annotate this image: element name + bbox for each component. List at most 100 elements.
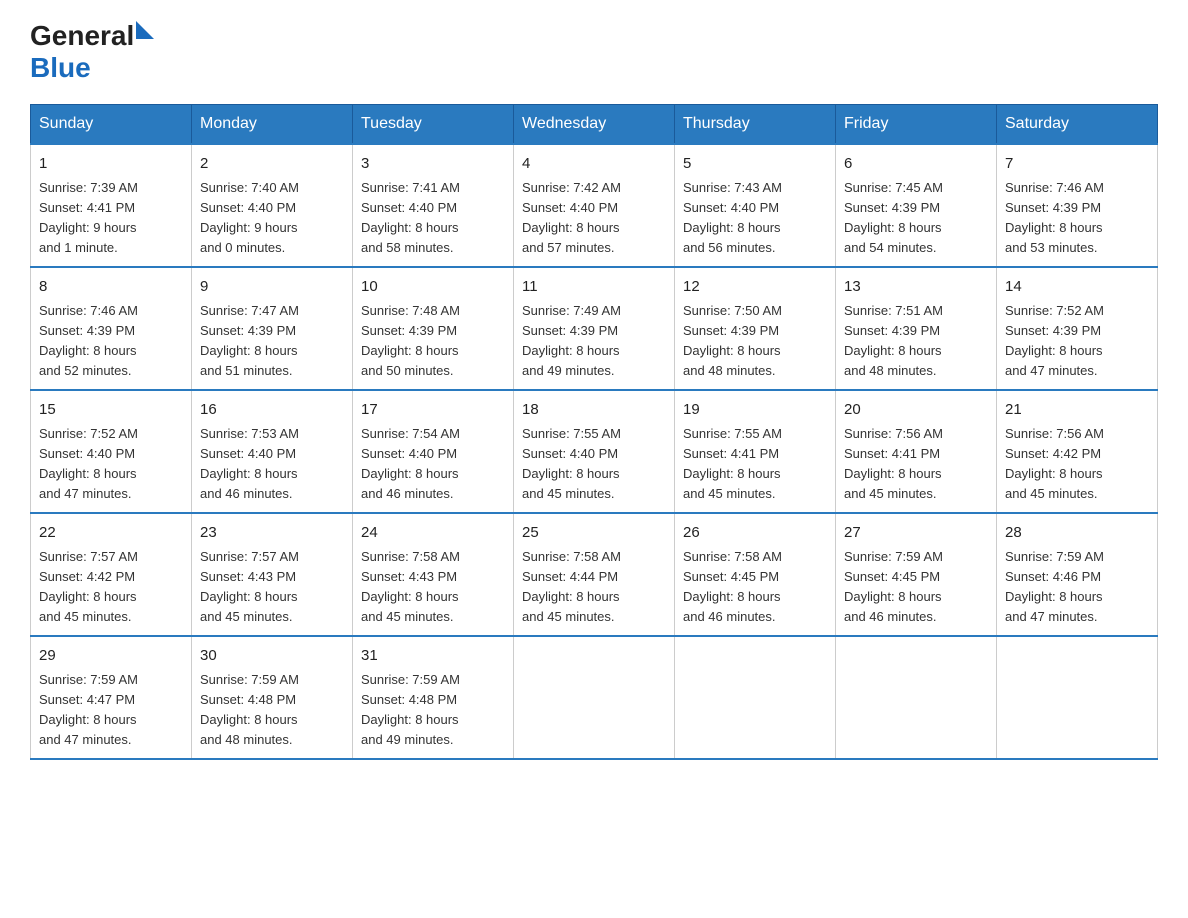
day-info: Sunrise: 7:48 AMSunset: 4:39 PMDaylight:…: [361, 301, 505, 382]
calendar-cell: 19 Sunrise: 7:55 AMSunset: 4:41 PMDaylig…: [675, 390, 836, 513]
calendar-cell: 26 Sunrise: 7:58 AMSunset: 4:45 PMDaylig…: [675, 513, 836, 636]
calendar-cell: 3 Sunrise: 7:41 AMSunset: 4:40 PMDayligh…: [353, 144, 514, 267]
day-info: Sunrise: 7:51 AMSunset: 4:39 PMDaylight:…: [844, 301, 988, 382]
day-info: Sunrise: 7:50 AMSunset: 4:39 PMDaylight:…: [683, 301, 827, 382]
calendar-cell: 16 Sunrise: 7:53 AMSunset: 4:40 PMDaylig…: [192, 390, 353, 513]
day-number: 20: [844, 399, 988, 422]
day-number: 12: [683, 276, 827, 299]
calendar-cell: 15 Sunrise: 7:52 AMSunset: 4:40 PMDaylig…: [31, 390, 192, 513]
calendar-cell: 31 Sunrise: 7:59 AMSunset: 4:48 PMDaylig…: [353, 636, 514, 759]
day-number: 30: [200, 645, 344, 668]
day-info: Sunrise: 7:56 AMSunset: 4:42 PMDaylight:…: [1005, 424, 1149, 505]
page-header: General Blue: [30, 20, 1158, 84]
day-number: 5: [683, 153, 827, 176]
calendar-cell: 10 Sunrise: 7:48 AMSunset: 4:39 PMDaylig…: [353, 267, 514, 390]
day-info: Sunrise: 7:45 AMSunset: 4:39 PMDaylight:…: [844, 178, 988, 259]
day-number: 18: [522, 399, 666, 422]
calendar-cell: 13 Sunrise: 7:51 AMSunset: 4:39 PMDaylig…: [836, 267, 997, 390]
calendar-cell: 27 Sunrise: 7:59 AMSunset: 4:45 PMDaylig…: [836, 513, 997, 636]
weekday-header-saturday: Saturday: [997, 105, 1158, 145]
calendar-cell: 5 Sunrise: 7:43 AMSunset: 4:40 PMDayligh…: [675, 144, 836, 267]
day-number: 17: [361, 399, 505, 422]
weekday-header-sunday: Sunday: [31, 105, 192, 145]
calendar-cell: 17 Sunrise: 7:54 AMSunset: 4:40 PMDaylig…: [353, 390, 514, 513]
day-info: Sunrise: 7:52 AMSunset: 4:39 PMDaylight:…: [1005, 301, 1149, 382]
day-info: Sunrise: 7:42 AMSunset: 4:40 PMDaylight:…: [522, 178, 666, 259]
day-number: 2: [200, 153, 344, 176]
day-info: Sunrise: 7:59 AMSunset: 4:48 PMDaylight:…: [200, 670, 344, 751]
day-number: 13: [844, 276, 988, 299]
calendar-week-row: 29 Sunrise: 7:59 AMSunset: 4:47 PMDaylig…: [31, 636, 1158, 759]
day-number: 8: [39, 276, 183, 299]
day-number: 28: [1005, 522, 1149, 545]
calendar-cell: 30 Sunrise: 7:59 AMSunset: 4:48 PMDaylig…: [192, 636, 353, 759]
day-info: Sunrise: 7:59 AMSunset: 4:45 PMDaylight:…: [844, 547, 988, 628]
calendar-cell: 4 Sunrise: 7:42 AMSunset: 4:40 PMDayligh…: [514, 144, 675, 267]
day-info: Sunrise: 7:58 AMSunset: 4:43 PMDaylight:…: [361, 547, 505, 628]
day-info: Sunrise: 7:52 AMSunset: 4:40 PMDaylight:…: [39, 424, 183, 505]
calendar-week-row: 22 Sunrise: 7:57 AMSunset: 4:42 PMDaylig…: [31, 513, 1158, 636]
calendar-cell: 8 Sunrise: 7:46 AMSunset: 4:39 PMDayligh…: [31, 267, 192, 390]
day-info: Sunrise: 7:58 AMSunset: 4:45 PMDaylight:…: [683, 547, 827, 628]
calendar-cell: 6 Sunrise: 7:45 AMSunset: 4:39 PMDayligh…: [836, 144, 997, 267]
calendar-week-row: 1 Sunrise: 7:39 AMSunset: 4:41 PMDayligh…: [31, 144, 1158, 267]
day-number: 9: [200, 276, 344, 299]
day-number: 19: [683, 399, 827, 422]
day-info: Sunrise: 7:57 AMSunset: 4:42 PMDaylight:…: [39, 547, 183, 628]
logo: General Blue: [30, 20, 154, 84]
day-number: 27: [844, 522, 988, 545]
day-number: 6: [844, 153, 988, 176]
day-info: Sunrise: 7:40 AMSunset: 4:40 PMDaylight:…: [200, 178, 344, 259]
day-info: Sunrise: 7:54 AMSunset: 4:40 PMDaylight:…: [361, 424, 505, 505]
day-number: 31: [361, 645, 505, 668]
calendar-cell: 12 Sunrise: 7:50 AMSunset: 4:39 PMDaylig…: [675, 267, 836, 390]
calendar-cell: 22 Sunrise: 7:57 AMSunset: 4:42 PMDaylig…: [31, 513, 192, 636]
logo-blue-label: Blue: [30, 52, 154, 84]
calendar-table: SundayMondayTuesdayWednesdayThursdayFrid…: [30, 104, 1158, 760]
calendar-cell: 24 Sunrise: 7:58 AMSunset: 4:43 PMDaylig…: [353, 513, 514, 636]
day-info: Sunrise: 7:47 AMSunset: 4:39 PMDaylight:…: [200, 301, 344, 382]
day-info: Sunrise: 7:46 AMSunset: 4:39 PMDaylight:…: [1005, 178, 1149, 259]
day-number: 7: [1005, 153, 1149, 176]
weekday-header-monday: Monday: [192, 105, 353, 145]
day-info: Sunrise: 7:56 AMSunset: 4:41 PMDaylight:…: [844, 424, 988, 505]
calendar-cell: 14 Sunrise: 7:52 AMSunset: 4:39 PMDaylig…: [997, 267, 1158, 390]
calendar-cell: 28 Sunrise: 7:59 AMSunset: 4:46 PMDaylig…: [997, 513, 1158, 636]
day-info: Sunrise: 7:41 AMSunset: 4:40 PMDaylight:…: [361, 178, 505, 259]
calendar-cell: [997, 636, 1158, 759]
day-number: 14: [1005, 276, 1149, 299]
day-info: Sunrise: 7:59 AMSunset: 4:46 PMDaylight:…: [1005, 547, 1149, 628]
weekday-header-friday: Friday: [836, 105, 997, 145]
weekday-header-row: SundayMondayTuesdayWednesdayThursdayFrid…: [31, 105, 1158, 145]
day-info: Sunrise: 7:57 AMSunset: 4:43 PMDaylight:…: [200, 547, 344, 628]
day-number: 21: [1005, 399, 1149, 422]
day-number: 26: [683, 522, 827, 545]
weekday-header-thursday: Thursday: [675, 105, 836, 145]
calendar-cell: 20 Sunrise: 7:56 AMSunset: 4:41 PMDaylig…: [836, 390, 997, 513]
day-info: Sunrise: 7:58 AMSunset: 4:44 PMDaylight:…: [522, 547, 666, 628]
calendar-cell: 25 Sunrise: 7:58 AMSunset: 4:44 PMDaylig…: [514, 513, 675, 636]
calendar-cell: 2 Sunrise: 7:40 AMSunset: 4:40 PMDayligh…: [192, 144, 353, 267]
calendar-week-row: 8 Sunrise: 7:46 AMSunset: 4:39 PMDayligh…: [31, 267, 1158, 390]
day-info: Sunrise: 7:53 AMSunset: 4:40 PMDaylight:…: [200, 424, 344, 505]
calendar-cell: 21 Sunrise: 7:56 AMSunset: 4:42 PMDaylig…: [997, 390, 1158, 513]
day-info: Sunrise: 7:55 AMSunset: 4:41 PMDaylight:…: [683, 424, 827, 505]
day-number: 11: [522, 276, 666, 299]
day-number: 4: [522, 153, 666, 176]
day-number: 24: [361, 522, 505, 545]
day-info: Sunrise: 7:55 AMSunset: 4:40 PMDaylight:…: [522, 424, 666, 505]
calendar-cell: 11 Sunrise: 7:49 AMSunset: 4:39 PMDaylig…: [514, 267, 675, 390]
logo-triangle-icon: [136, 21, 154, 39]
day-number: 25: [522, 522, 666, 545]
day-number: 16: [200, 399, 344, 422]
logo-general-text: General: [30, 20, 154, 52]
calendar-cell: 9 Sunrise: 7:47 AMSunset: 4:39 PMDayligh…: [192, 267, 353, 390]
day-number: 29: [39, 645, 183, 668]
calendar-cell: [514, 636, 675, 759]
day-number: 10: [361, 276, 505, 299]
weekday-header-wednesday: Wednesday: [514, 105, 675, 145]
day-number: 23: [200, 522, 344, 545]
calendar-cell: [836, 636, 997, 759]
weekday-header-tuesday: Tuesday: [353, 105, 514, 145]
day-info: Sunrise: 7:46 AMSunset: 4:39 PMDaylight:…: [39, 301, 183, 382]
